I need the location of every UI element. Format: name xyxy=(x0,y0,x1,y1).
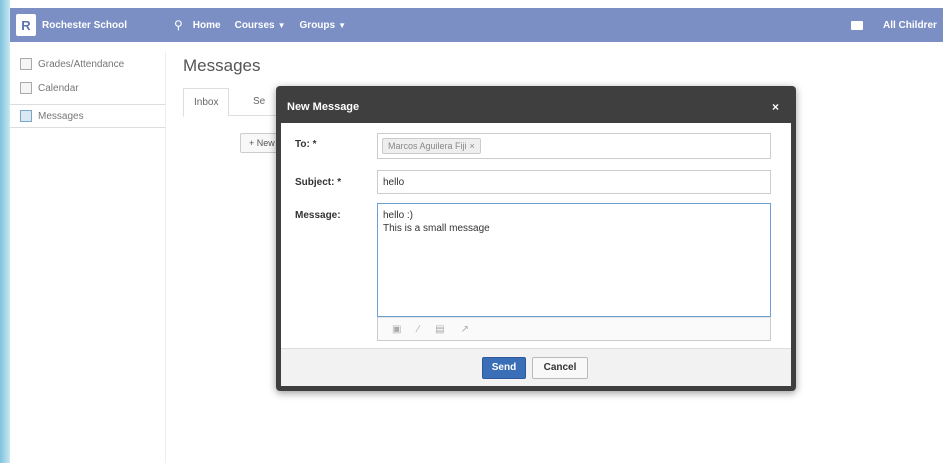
sidebar-item-label: Messages xyxy=(38,110,84,122)
nav-courses-label: Courses xyxy=(234,19,275,31)
dialog-footer: Send Cancel xyxy=(281,348,791,386)
subject-input[interactable] xyxy=(377,170,771,194)
tab-inbox[interactable]: Inbox xyxy=(183,88,230,117)
user-selector[interactable]: All Childrer xyxy=(883,20,943,31)
recipient-name: Marcos Aguilera Fiji xyxy=(388,141,467,151)
sidebar-item-label: Calendar xyxy=(38,82,79,94)
close-icon[interactable]: × xyxy=(772,100,779,114)
calendar-icon xyxy=(20,82,32,94)
new-message-dialog: New Message × To: * Marcos Aguilera Fiji… xyxy=(276,86,796,391)
message-tabs: Inbox Se xyxy=(183,88,283,117)
send-button[interactable]: Send xyxy=(482,357,526,379)
subject-label: Subject: * xyxy=(295,177,342,188)
chevron-down-icon: ▼ xyxy=(277,20,286,30)
topbar-right: All Childrer xyxy=(851,20,943,31)
nav-home[interactable]: Home xyxy=(193,20,221,31)
main-nav: Home Courses ▼ Groups ▼ xyxy=(193,20,360,31)
app-window: R Rochester School ⚲ Home Courses ▼ Group… xyxy=(10,0,943,463)
sidebar: Grades/Attendance Calendar Messages xyxy=(10,52,165,128)
sidebar-item-grades[interactable]: Grades/Attendance xyxy=(10,52,165,76)
message-label: Message: xyxy=(295,210,341,221)
image-icon[interactable]: ▤ xyxy=(435,324,444,335)
link-icon[interactable]: ∕ xyxy=(417,324,419,335)
school-logo-icon: R xyxy=(16,14,36,36)
attachment-icon[interactable]: ▣ xyxy=(392,324,401,335)
editor-toolbar: ▣ ∕ ▤ ↗ xyxy=(377,317,771,341)
dialog-body: New Message × To: * Marcos Aguilera Fiji… xyxy=(281,91,791,386)
dialog-header: New Message × xyxy=(281,91,791,123)
brand[interactable]: R Rochester School xyxy=(16,14,166,36)
nav-courses[interactable]: Courses ▼ xyxy=(235,20,286,31)
school-name: Rochester School xyxy=(42,19,128,31)
to-field[interactable]: Marcos Aguilera Fiji × xyxy=(377,133,771,159)
message-textarea[interactable]: hello :) This is a small message xyxy=(377,203,771,317)
sidebar-item-calendar[interactable]: Calendar xyxy=(10,76,165,100)
remove-recipient-icon[interactable]: × xyxy=(470,141,475,151)
page-title: Messages xyxy=(183,56,261,75)
pin-icon[interactable]: ↗ xyxy=(461,324,469,335)
chevron-down-icon: ▼ xyxy=(338,20,347,30)
nav-home-label: Home xyxy=(192,19,221,31)
recipient-chip[interactable]: Marcos Aguilera Fiji × xyxy=(382,138,481,154)
envelope-icon[interactable] xyxy=(851,20,863,30)
nav-groups-label: Groups xyxy=(299,19,336,31)
to-label: To: * xyxy=(295,139,317,150)
new-message-button[interactable]: + New xyxy=(240,133,280,153)
messages-icon xyxy=(20,110,32,122)
sidebar-item-label: Grades/Attendance xyxy=(38,58,125,70)
top-navbar: R Rochester School ⚲ Home Courses ▼ Group… xyxy=(10,8,943,42)
cancel-button[interactable]: Cancel xyxy=(532,357,588,379)
sidebar-divider xyxy=(165,52,166,463)
nav-groups[interactable]: Groups ▼ xyxy=(300,20,346,31)
search-icon[interactable]: ⚲ xyxy=(174,18,183,32)
dialog-title: New Message xyxy=(287,101,360,113)
tab-sent[interactable]: Se xyxy=(243,88,275,117)
grades-icon xyxy=(20,58,32,70)
sidebar-item-messages[interactable]: Messages xyxy=(10,104,165,128)
